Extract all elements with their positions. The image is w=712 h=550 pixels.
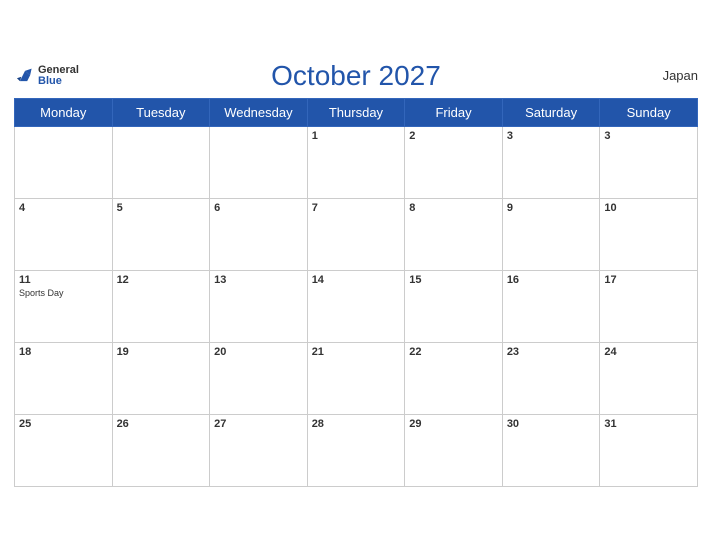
calendar-day-empty — [15, 126, 113, 198]
header-saturday: Saturday — [502, 98, 600, 126]
logo-bird-icon — [14, 65, 36, 87]
calendar-week-row: 1233 — [15, 126, 698, 198]
calendar-container: General Blue October 2027 Japan Monday T… — [0, 50, 712, 501]
table-row: 12 — [112, 270, 210, 342]
calendar-week-row: 18192021222324 — [15, 342, 698, 414]
table-row: 31 — [600, 414, 698, 486]
table-row: 23 — [502, 342, 600, 414]
table-row: 16 — [502, 270, 600, 342]
table-row: 10 — [600, 198, 698, 270]
table-row: 5 — [112, 198, 210, 270]
header-friday: Friday — [405, 98, 503, 126]
table-row: 26 — [112, 414, 210, 486]
table-row: 6 — [210, 198, 308, 270]
calendar-title: October 2027 — [271, 60, 441, 92]
header-tuesday: Tuesday — [112, 98, 210, 126]
table-row: 28 — [307, 414, 405, 486]
calendar-table: Monday Tuesday Wednesday Thursday Friday… — [14, 98, 698, 487]
table-row: 17 — [600, 270, 698, 342]
table-row: 30 — [502, 414, 600, 486]
table-row: 8 — [405, 198, 503, 270]
table-row: 11Sports Day — [15, 270, 113, 342]
country-label: Japan — [663, 68, 698, 83]
table-row: 3 — [600, 126, 698, 198]
calendar-week-row: 45678910 — [15, 198, 698, 270]
logo-general: General — [38, 65, 79, 76]
table-row: 13 — [210, 270, 308, 342]
table-row: 7 — [307, 198, 405, 270]
header-thursday: Thursday — [307, 98, 405, 126]
calendar-week-row: 11Sports Day121314151617 — [15, 270, 698, 342]
logo-text: General Blue — [38, 65, 79, 87]
header-wednesday: Wednesday — [210, 98, 308, 126]
table-row: 3 — [502, 126, 600, 198]
calendar-week-row: 25262728293031 — [15, 414, 698, 486]
table-row: 27 — [210, 414, 308, 486]
table-row: 14 — [307, 270, 405, 342]
calendar-header: General Blue October 2027 Japan — [14, 60, 698, 92]
weekday-header-row: Monday Tuesday Wednesday Thursday Friday… — [15, 98, 698, 126]
table-row: 19 — [112, 342, 210, 414]
header-monday: Monday — [15, 98, 113, 126]
header-sunday: Sunday — [600, 98, 698, 126]
table-row: 15 — [405, 270, 503, 342]
table-row: 1 — [307, 126, 405, 198]
calendar-day-empty — [210, 126, 308, 198]
calendar-day-empty — [112, 126, 210, 198]
table-row: 22 — [405, 342, 503, 414]
table-row: 18 — [15, 342, 113, 414]
logo-blue: Blue — [38, 76, 79, 87]
table-row: 29 — [405, 414, 503, 486]
table-row: 24 — [600, 342, 698, 414]
table-row: 21 — [307, 342, 405, 414]
table-row: 9 — [502, 198, 600, 270]
table-row: 20 — [210, 342, 308, 414]
table-row: 2 — [405, 126, 503, 198]
logo-area: General Blue — [14, 65, 79, 87]
table-row: 4 — [15, 198, 113, 270]
table-row: 25 — [15, 414, 113, 486]
